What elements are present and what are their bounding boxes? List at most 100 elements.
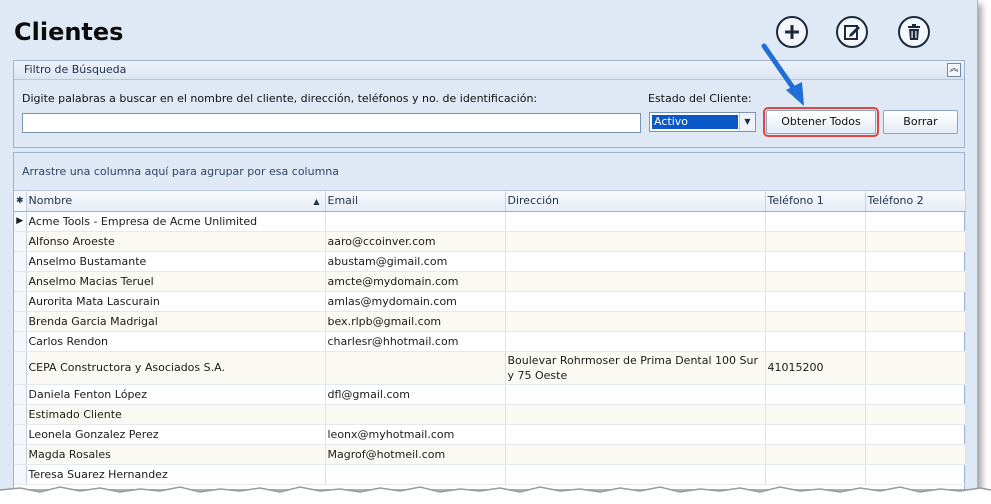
sort-ascending-icon: ▲ (313, 197, 320, 206)
cell-phone1[interactable] (765, 211, 866, 232)
row-indicator (14, 384, 27, 405)
column-header-phone1[interactable]: Teléfono 1 (765, 191, 866, 212)
row-indicator: ▶ (14, 211, 27, 232)
cell-phone1[interactable] (765, 231, 866, 252)
clients-window: Clientes Filtro de Búsqueda ︽ Digite pal… (0, 0, 978, 490)
cell-address[interactable] (505, 424, 766, 445)
cell-email[interactable] (325, 211, 506, 232)
row-indicator (14, 251, 27, 272)
cell-address[interactable] (505, 404, 766, 425)
cell-name[interactable]: Anselmo Macias Teruel (26, 271, 326, 292)
cell-phone1[interactable] (765, 271, 866, 292)
table-row[interactable]: Leonela Gonzalez Perez leonx@myhotmail.co… (14, 424, 966, 445)
cell-email[interactable]: charlesr@hhotmail.com (325, 331, 506, 352)
clear-button[interactable]: Borrar (883, 110, 958, 134)
cell-name[interactable]: Magda Rosales (26, 444, 326, 465)
cell-email[interactable]: bex.rlpb@gmail.com (325, 311, 506, 332)
cell-phone2[interactable] (865, 351, 966, 385)
cell-name[interactable]: Acme Tools - Empresa de Acme Unlimited (26, 211, 326, 232)
table-row[interactable]: Anselmo Bustamante abustam@gimail.com (14, 251, 966, 272)
row-indicator (14, 231, 27, 252)
cell-email[interactable]: abustam@gimail.com (325, 251, 506, 272)
cell-email[interactable] (325, 351, 506, 385)
row-indicator (14, 404, 27, 425)
cell-name[interactable]: Aurorita Mata Lascurain (26, 291, 326, 312)
cell-address[interactable] (505, 331, 766, 352)
cell-name[interactable]: CEPA Constructora y Asociados S.A. (26, 351, 326, 385)
cell-phone2[interactable] (865, 444, 966, 465)
cell-phone1[interactable] (765, 384, 866, 405)
cell-phone1[interactable] (765, 444, 866, 465)
cell-name[interactable]: Carlos Rendon (26, 331, 326, 352)
cell-email[interactable]: amlas@mydomain.com (325, 291, 506, 312)
cell-address[interactable] (505, 251, 766, 272)
cell-phone1[interactable] (765, 291, 866, 312)
get-all-button[interactable]: Obtener Todos (763, 107, 879, 137)
cell-email[interactable]: leonx@myhotmail.com (325, 424, 506, 445)
table-row[interactable]: Daniela Fenton López dfl@gmail.com (14, 384, 966, 405)
table-row[interactable]: CEPA Constructora y Asociados S.A. Boulev… (14, 351, 966, 385)
column-header-phone2[interactable]: Teléfono 2 (865, 191, 966, 212)
cell-phone2[interactable] (865, 404, 966, 425)
table-row[interactable]: Anselmo Macias Teruel amcte@mydomain.com (14, 271, 966, 292)
table-row[interactable]: Magda Rosales Magrof@hotmeil.com (14, 444, 966, 465)
edit-client-button[interactable] (836, 16, 868, 48)
plus-circle-icon (785, 25, 799, 39)
cell-phone2[interactable] (865, 211, 966, 232)
column-header-address[interactable]: Dirección (505, 191, 766, 212)
search-input[interactable] (22, 113, 641, 133)
cell-address[interactable] (505, 384, 766, 405)
cell-email[interactable]: dfl@gmail.com (325, 384, 506, 405)
table-row[interactable]: ▶ Acme Tools - Empresa de Acme Unlimited (14, 211, 966, 232)
cell-name[interactable]: Daniela Fenton López (26, 384, 326, 405)
cell-address[interactable] (505, 291, 766, 312)
cell-name[interactable]: Estimado Cliente (26, 404, 326, 425)
cell-name[interactable]: Brenda Garcia Madrigal (26, 311, 326, 332)
delete-client-button[interactable] (898, 16, 930, 48)
cell-phone1[interactable] (765, 251, 866, 272)
cell-email[interactable] (325, 404, 506, 425)
cell-email[interactable]: amcte@mydomain.com (325, 271, 506, 292)
cell-phone1[interactable] (765, 331, 866, 352)
table-row[interactable]: Estimado Cliente (14, 404, 966, 425)
row-indicator (14, 444, 27, 465)
cell-phone2[interactable] (865, 311, 966, 332)
cell-name[interactable]: Leonela Gonzalez Perez (26, 424, 326, 445)
table-row[interactable]: Aurorita Mata Lascurain amlas@mydomain.co… (14, 291, 966, 312)
cell-address[interactable] (505, 271, 766, 292)
status-select[interactable]: Activo ▼ (649, 112, 756, 132)
cell-phone2[interactable] (865, 291, 966, 312)
cell-email[interactable]: aaro@ccoinver.com (325, 231, 506, 252)
cell-phone1[interactable] (765, 404, 866, 425)
status-selected-value: Activo (652, 115, 738, 129)
group-by-panel[interactable]: Arrastre una columna aquí para agrupar p… (14, 153, 964, 191)
table-row[interactable]: Carlos Rendon charlesr@hhotmail.com (14, 331, 966, 352)
collapse-panel-button[interactable]: ︽ (947, 63, 961, 77)
cell-phone1[interactable] (765, 424, 866, 445)
row-indicator (14, 311, 27, 332)
chevron-down-icon[interactable]: ▼ (739, 113, 755, 131)
cell-name[interactable]: Anselmo Bustamante (26, 251, 326, 272)
cell-address[interactable] (505, 211, 766, 232)
clear-label: Borrar (903, 115, 938, 128)
cell-address[interactable] (505, 311, 766, 332)
clients-grid: Arrastre una columna aquí para agrupar p… (13, 152, 966, 489)
cell-phone1[interactable] (765, 311, 866, 332)
column-header-name[interactable]: Nombre ▲ (26, 191, 326, 212)
column-header-email[interactable]: Email (325, 191, 506, 212)
cell-phone1[interactable]: 41015200 (765, 351, 866, 385)
cell-address[interactable]: Boulevar Rohrmoser de Prima Dental 100 S… (505, 351, 766, 385)
cell-address[interactable] (505, 231, 766, 252)
cell-phone2[interactable] (865, 331, 966, 352)
cell-address[interactable] (505, 444, 766, 465)
table-row[interactable]: Brenda Garcia Madrigal bex.rlpb@gmail.com (14, 311, 966, 332)
cell-phone2[interactable] (865, 251, 966, 272)
cell-phone2[interactable] (865, 384, 966, 405)
cell-phone2[interactable] (865, 271, 966, 292)
cell-phone2[interactable] (865, 424, 966, 445)
edit-icon (844, 25, 860, 40)
cell-email[interactable]: Magrof@hotmeil.com (325, 444, 506, 465)
table-row[interactable]: Alfonso Aroeste aaro@ccoinver.com (14, 231, 966, 252)
cell-name[interactable]: Alfonso Aroeste (26, 231, 326, 252)
cell-phone2[interactable] (865, 231, 966, 252)
